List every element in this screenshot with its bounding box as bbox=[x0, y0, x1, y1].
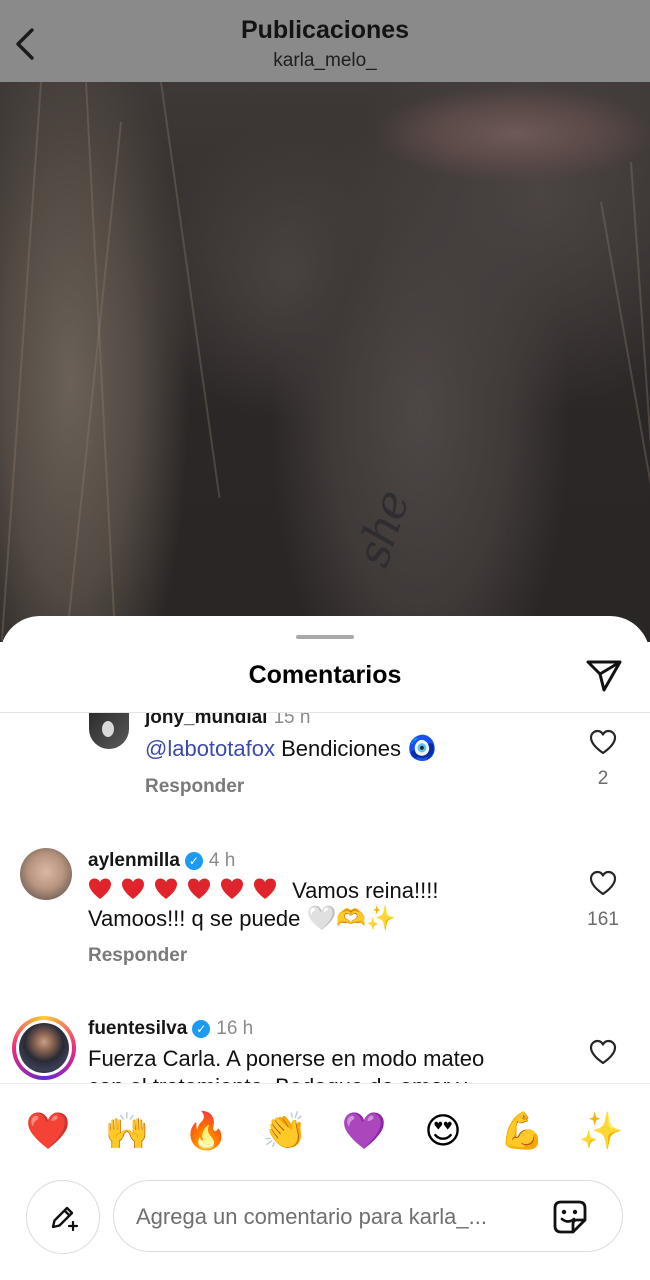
comment-input-box[interactable] bbox=[113, 1180, 623, 1253]
comment-text: Vamos reina!!!! Vamoos!!! q se puede 🤍🫶✨ bbox=[88, 878, 439, 932]
comment-text: Fuerza Carla. A ponerse en modo mateo co… bbox=[88, 1046, 485, 1083]
red-heart-emoji bbox=[188, 878, 210, 899]
avatar[interactable] bbox=[89, 713, 129, 749]
comment-username[interactable]: fuentesilva ✓ 16 h bbox=[88, 1018, 253, 1040]
page-title: Publicaciones bbox=[240, 16, 410, 44]
hair-strand bbox=[160, 82, 221, 499]
wrist-tattoo: she bbox=[345, 485, 420, 573]
reply-button[interactable]: Responder bbox=[145, 776, 244, 798]
red-heart-emoji bbox=[221, 878, 243, 899]
comments-list[interactable]: jony_mundial 15 h @labototafox Bendicione… bbox=[0, 713, 650, 1083]
reaction-clap[interactable]: 👏 bbox=[260, 1106, 310, 1156]
quick-reactions: ❤️ 🙌 🔥 👏 💜 😍 💪 ✨ bbox=[0, 1106, 650, 1156]
like-count: 2 bbox=[597, 768, 609, 789]
hair-strand bbox=[85, 82, 117, 642]
verified-badge-icon: ✓ bbox=[192, 1020, 211, 1038]
comment-time: 15 h bbox=[273, 713, 311, 728]
red-hearts bbox=[88, 878, 292, 903]
reaction-muscle[interactable]: 💪 bbox=[497, 1106, 547, 1156]
story-avatar[interactable] bbox=[12, 1016, 76, 1080]
comment-time: 4 h bbox=[208, 850, 236, 871]
page-username[interactable]: karla_melo_ bbox=[0, 50, 650, 72]
like-heart-icon[interactable] bbox=[589, 1039, 617, 1065]
comment-input[interactable] bbox=[134, 1181, 538, 1253]
like-count: 161 bbox=[587, 909, 619, 930]
post-photo[interactable]: she bbox=[0, 82, 650, 642]
reaction-fire[interactable]: 🔥 bbox=[181, 1106, 231, 1156]
composer-area: ❤️ 🙌 🔥 👏 💜 😍 💪 ✨ bbox=[0, 1083, 650, 1280]
top-bar: Publicaciones karla_melo_ bbox=[0, 0, 650, 82]
heart-hands-emoji: 🤍🫶✨ bbox=[306, 905, 397, 932]
comments-sheet: Comentarios jony_mundial 15 h @labototafo… bbox=[0, 616, 650, 1280]
hair-strand bbox=[0, 82, 42, 641]
sheet-title: Comentarios bbox=[248, 661, 402, 689]
avatar[interactable] bbox=[20, 848, 72, 900]
comment-time: 16 h bbox=[216, 1018, 254, 1039]
reply-button[interactable]: Responder bbox=[88, 945, 187, 967]
mention-link[interactable]: @labototafox bbox=[145, 736, 275, 761]
comment-text: @labototafox Bendiciones 🧿 bbox=[145, 735, 437, 762]
red-heart-emoji bbox=[155, 878, 177, 899]
like-heart-icon[interactable] bbox=[589, 729, 617, 755]
pencil-sparkle-icon bbox=[51, 1206, 79, 1232]
sticker-icon[interactable] bbox=[550, 1198, 590, 1236]
like-heart-icon[interactable] bbox=[589, 870, 617, 896]
verified-badge-icon: ✓ bbox=[184, 852, 203, 870]
send-icon[interactable] bbox=[584, 656, 624, 694]
nazar-emoji: 🧿 bbox=[407, 735, 437, 762]
reaction-heart-eyes[interactable]: 😍 bbox=[418, 1106, 468, 1156]
red-heart-emoji bbox=[254, 878, 276, 899]
comment-username[interactable]: aylenmilla ✓ 4 h bbox=[88, 850, 235, 872]
hair-strand bbox=[67, 121, 122, 620]
comment-username[interactable]: jony_mundial 15 h bbox=[145, 713, 310, 729]
reaction-raised-hands[interactable]: 🙌 bbox=[102, 1106, 152, 1156]
hair-strand bbox=[630, 161, 650, 641]
hair-strand bbox=[600, 201, 650, 636]
reaction-sparkles[interactable]: ✨ bbox=[576, 1106, 626, 1156]
drag-handle[interactable] bbox=[296, 635, 354, 639]
red-heart-emoji bbox=[89, 878, 111, 899]
red-heart-emoji bbox=[122, 878, 144, 899]
reaction-heart[interactable]: ❤️ bbox=[23, 1106, 73, 1156]
reaction-purple-heart[interactable]: 💜 bbox=[339, 1106, 389, 1156]
edit-button[interactable] bbox=[26, 1180, 100, 1254]
